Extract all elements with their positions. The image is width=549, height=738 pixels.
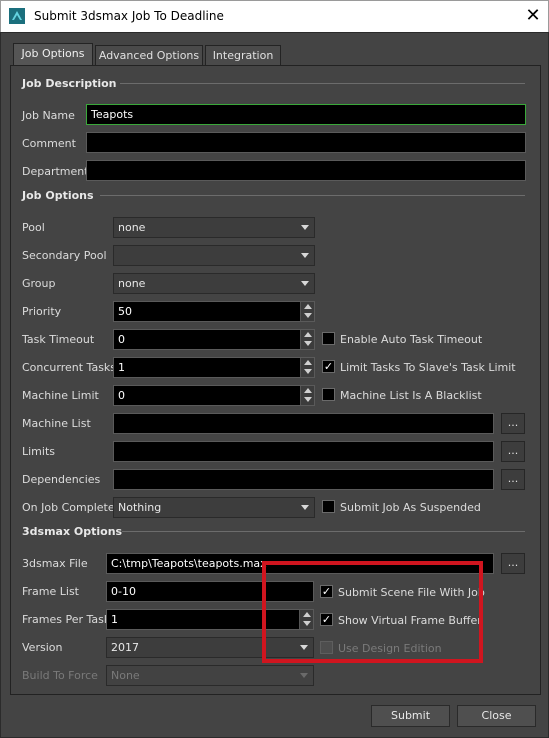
max-file-label: 3dsmax File <box>22 557 88 570</box>
concurrent-tasks-label: Concurrent Tasks <box>22 361 117 374</box>
machine-limit-value: 0 <box>118 389 125 402</box>
section-job-description: Job Description <box>22 77 117 90</box>
priority-spinbox[interactable]: 50 <box>113 301 315 322</box>
spin-up-icon <box>304 304 312 309</box>
spin-buttons[interactable] <box>300 302 314 321</box>
task-timeout-spinbox[interactable]: 0 <box>113 329 315 350</box>
spin-up-icon <box>304 360 312 365</box>
spin-up-icon <box>304 388 312 393</box>
chevron-down-icon <box>301 253 309 258</box>
divider <box>122 531 525 532</box>
version-label: Version <box>22 641 63 654</box>
comment-label: Comment <box>22 137 76 150</box>
comment-input[interactable] <box>86 132 526 153</box>
concurrent-tasks-spinbox[interactable]: 1 <box>113 357 315 378</box>
limits-browse-button[interactable]: ... <box>501 441 525 462</box>
job-name-input[interactable]: Teapots <box>86 104 526 125</box>
build-to-force-dropdown[interactable]: None <box>106 665 314 686</box>
limit-tasks-checkbox[interactable]: ✓ <box>322 360 335 373</box>
build-to-force-label: Build To Force <box>22 669 98 682</box>
pool-value: none <box>118 221 146 234</box>
submit-suspended-checkbox[interactable] <box>322 500 335 513</box>
secondary-pool-dropdown[interactable] <box>113 245 315 266</box>
machine-list-browse-button[interactable]: ... <box>501 413 525 434</box>
group-label: Group <box>22 277 56 290</box>
close-icon[interactable]: ✕ <box>521 4 545 28</box>
on-job-complete-value: Nothing <box>118 501 162 514</box>
limit-tasks-label: Limit Tasks To Slave's Task Limit <box>340 361 516 374</box>
build-to-force-value: None <box>111 669 140 682</box>
limits-input[interactable] <box>113 441 494 462</box>
frame-list-label: Frame List <box>22 585 79 598</box>
close-button[interactable]: Close <box>457 705 536 727</box>
chevron-down-icon <box>301 281 309 286</box>
frames-per-task-value: 1 <box>111 613 118 626</box>
machine-limit-label: Machine Limit <box>22 389 99 402</box>
on-job-complete-dropdown[interactable]: Nothing <box>113 497 315 518</box>
version-value: 2017 <box>111 641 139 654</box>
machine-limit-spinbox[interactable]: 0 <box>113 385 315 406</box>
title-bar: Submit 3dsmax Job To Deadline ✕ <box>0 0 549 32</box>
task-timeout-label: Task Timeout <box>22 333 95 346</box>
machine-list-label: Machine List <box>22 417 91 430</box>
department-label: Department <box>22 165 89 178</box>
spin-down-icon <box>304 341 312 346</box>
divider <box>120 83 525 84</box>
chevron-down-icon <box>301 225 309 230</box>
enable-auto-timeout-label: Enable Auto Task Timeout <box>340 333 483 346</box>
divider <box>100 195 525 196</box>
dependencies-browse-button[interactable]: ... <box>501 469 525 490</box>
limits-label: Limits <box>22 445 55 458</box>
spin-down-icon <box>304 397 312 402</box>
spin-down-icon <box>304 369 312 374</box>
spin-buttons[interactable] <box>300 358 314 377</box>
on-job-complete-label: On Job Complete <box>22 501 115 514</box>
tab-job-options[interactable]: Job Options <box>13 43 93 67</box>
priority-label: Priority <box>22 305 62 318</box>
3dsmax-icon <box>9 8 25 24</box>
tab-integration[interactable]: Integration <box>205 45 281 67</box>
frames-per-task-label: Frames Per Task <box>22 613 111 626</box>
group-dropdown[interactable]: none <box>113 273 315 294</box>
spin-down-icon <box>304 313 312 318</box>
max-file-browse-button[interactable]: ... <box>501 553 525 574</box>
group-value: none <box>118 277 146 290</box>
secondary-pool-label: Secondary Pool <box>22 249 107 262</box>
machine-list-input[interactable] <box>113 413 494 434</box>
tab-advanced-options[interactable]: Advanced Options <box>95 45 203 67</box>
spin-up-icon <box>304 332 312 337</box>
task-timeout-value: 0 <box>118 333 125 346</box>
pool-label: Pool <box>22 221 45 234</box>
dependencies-input[interactable] <box>113 469 494 490</box>
chevron-down-icon <box>300 673 308 678</box>
submit-button[interactable]: Submit <box>371 705 450 727</box>
dependencies-label: Dependencies <box>22 473 101 486</box>
department-input[interactable] <box>86 160 526 181</box>
machine-blacklist-checkbox[interactable] <box>322 388 335 401</box>
spin-buttons[interactable] <box>300 386 314 405</box>
job-name-label: Job Name <box>22 109 75 122</box>
section-3dsmax-options: 3dsmax Options <box>22 525 123 538</box>
submit-suspended-label: Submit Job As Suspended <box>340 501 481 514</box>
machine-blacklist-label: Machine List Is A Blacklist <box>340 389 482 402</box>
highlight-annotation <box>262 561 483 663</box>
concurrent-tasks-value: 1 <box>118 361 125 374</box>
spin-buttons[interactable] <box>300 330 314 349</box>
section-job-options: Job Options <box>22 189 94 202</box>
priority-value: 50 <box>118 305 132 318</box>
chevron-down-icon <box>301 505 309 510</box>
window-title: Submit 3dsmax Job To Deadline <box>34 9 224 23</box>
pool-dropdown[interactable]: none <box>113 217 315 238</box>
enable-auto-timeout-checkbox[interactable] <box>322 332 335 345</box>
